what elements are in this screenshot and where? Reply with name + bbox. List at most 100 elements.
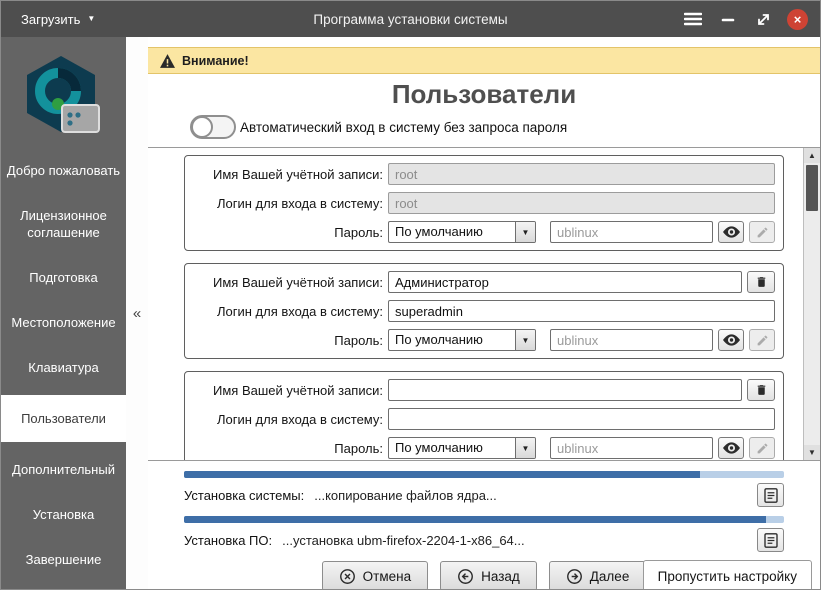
minimize-icon (721, 18, 735, 22)
view-log-button[interactable] (757, 483, 784, 507)
sidebar-item-welcome[interactable]: Добро пожаловать (1, 153, 126, 188)
login-input[interactable] (388, 300, 775, 322)
sidebar: Добро пожаловать Лицензионное соглашение… (1, 37, 126, 589)
minimize-button[interactable] (717, 8, 739, 30)
warning-bar: Внимание! (148, 47, 820, 74)
sidebar-collapse-handle[interactable]: « (126, 37, 148, 589)
progress-label: Установка ПО: (184, 532, 273, 548)
sidebar-nav: Добро пожаловать Лицензионное соглашение… (1, 149, 126, 589)
sidebar-item-license[interactable]: Лицензионное соглашение (1, 198, 126, 250)
progress-bar (184, 471, 784, 478)
password-label: Пароль: (334, 224, 383, 240)
show-password-button[interactable] (718, 437, 744, 459)
delete-user-button[interactable] (747, 271, 775, 293)
maximize-button[interactable] (752, 8, 774, 30)
autologin-row: Автоматический вход в систему без запрос… (190, 115, 820, 139)
user-block-admin: Имя Вашей учётной записи: Логин для вход… (184, 263, 784, 359)
warning-icon (160, 53, 175, 68)
skip-setup-button[interactable]: Пропустить настройку (642, 560, 812, 589)
sidebar-item-location[interactable]: Местоположение (1, 305, 126, 340)
login-label: Логин для входа в систему: (216, 411, 383, 427)
sidebar-item-installation[interactable]: Установка (1, 497, 126, 532)
titlebar: Загрузить ▼ Программа установки системы (1, 1, 820, 37)
combo-arrow-icon: ▼ (515, 330, 535, 350)
trash-icon (757, 277, 765, 287)
expand-icon (757, 13, 769, 25)
progress-status: ...копирование файлов ядра... (314, 487, 497, 503)
password-input[interactable] (550, 329, 713, 351)
combo-arrow-icon: ▼ (515, 222, 535, 242)
hamburger-icon (684, 12, 702, 26)
trash-icon (757, 385, 765, 395)
sidebar-item-additional[interactable]: Дополнительный (1, 452, 126, 487)
autologin-toggle[interactable] (190, 115, 236, 139)
footer-buttons: Отмена Назад Далее Пропустить настройку (148, 560, 820, 589)
arrow-right-circle-icon (566, 568, 582, 584)
progress-section: Установка системы: ...копирование файлов… (148, 461, 820, 561)
progress-bar-fill (184, 516, 766, 523)
edit-password-button (749, 221, 775, 243)
load-button[interactable]: Загрузить ▼ (11, 8, 105, 31)
delete-user-button[interactable] (747, 379, 775, 401)
sidebar-item-keyboard[interactable]: Клавиатура (1, 350, 126, 385)
password-input[interactable] (550, 221, 713, 243)
users-scroll-region: Имя Вашей учётной записи: Логин для вход… (148, 147, 820, 461)
eye-icon (722, 334, 740, 346)
progress-label: Установка системы: (184, 487, 305, 503)
combo-arrow-icon: ▼ (515, 438, 535, 458)
progress-bar (184, 516, 784, 523)
account-name-label: Имя Вашей учётной записи: (213, 274, 383, 290)
menu-button[interactable] (682, 8, 704, 30)
edit-password-button (749, 329, 775, 351)
window-controls: × (682, 8, 808, 30)
pencil-icon (757, 443, 767, 453)
next-button[interactable]: Далее (548, 561, 647, 589)
view-log-button[interactable] (757, 528, 784, 552)
log-icon (763, 487, 778, 503)
eye-icon (722, 442, 740, 454)
cancel-button[interactable]: Отмена (321, 561, 429, 589)
scroll-up-icon: ▲ (808, 151, 816, 160)
sidebar-item-completion[interactable]: Завершение (1, 542, 126, 577)
account-name-label: Имя Вашей учётной записи: (213, 166, 383, 182)
progress-status: ...установка ubm-firefox-2204-1-x86_64..… (282, 532, 525, 548)
password-mode-select[interactable]: По умолчанию ▼ (388, 221, 536, 243)
installer-window: Загрузить ▼ Программа установки системы (0, 0, 821, 590)
show-password-button[interactable] (718, 221, 744, 243)
sidebar-item-users[interactable]: Пользователи (1, 395, 126, 442)
load-button-label: Загрузить (21, 11, 81, 27)
logo-icon (26, 56, 100, 133)
show-password-button[interactable] (718, 329, 744, 351)
installer-logo (1, 37, 126, 149)
software-install-progress: Установка ПО: ...установка ubm-firefox-2… (184, 516, 784, 552)
eye-icon (722, 226, 740, 238)
account-name-input[interactable] (388, 379, 742, 401)
scrollbar-thumb[interactable] (806, 165, 818, 211)
password-mode-select[interactable]: По умолчанию ▼ (388, 329, 536, 351)
password-label: Пароль: (334, 440, 383, 456)
scroll-down-icon: ▼ (808, 448, 816, 457)
close-button[interactable]: × (787, 8, 808, 30)
password-mode-select[interactable]: По умолчанию ▼ (388, 437, 536, 459)
scrollbar-track[interactable] (804, 163, 820, 445)
password-input[interactable] (550, 437, 713, 459)
login-input[interactable] (388, 408, 775, 430)
sidebar-item-preparation[interactable]: Подготовка (1, 260, 126, 295)
warning-text: Внимание! (182, 53, 249, 68)
autologin-label: Автоматический вход в систему без запрос… (240, 119, 568, 135)
login-label: Логин для входа в систему: (216, 303, 383, 319)
toggle-knob (191, 116, 213, 138)
login-input (388, 192, 775, 214)
back-button[interactable]: Назад (440, 561, 537, 589)
progress-bar-fill (184, 471, 700, 478)
scroll-down-button[interactable]: ▼ (804, 445, 820, 460)
caret-down-icon: ▼ (87, 14, 96, 23)
edit-password-button (749, 437, 775, 459)
scroll-up-button[interactable]: ▲ (804, 148, 820, 163)
page-title: Пользователи (391, 79, 577, 109)
system-install-progress: Установка системы: ...копирование файлов… (184, 471, 784, 507)
pencil-icon (757, 227, 767, 237)
arrow-left-circle-icon (458, 568, 474, 584)
account-name-label: Имя Вашей учётной записи: (213, 382, 383, 398)
account-name-input[interactable] (388, 271, 742, 293)
